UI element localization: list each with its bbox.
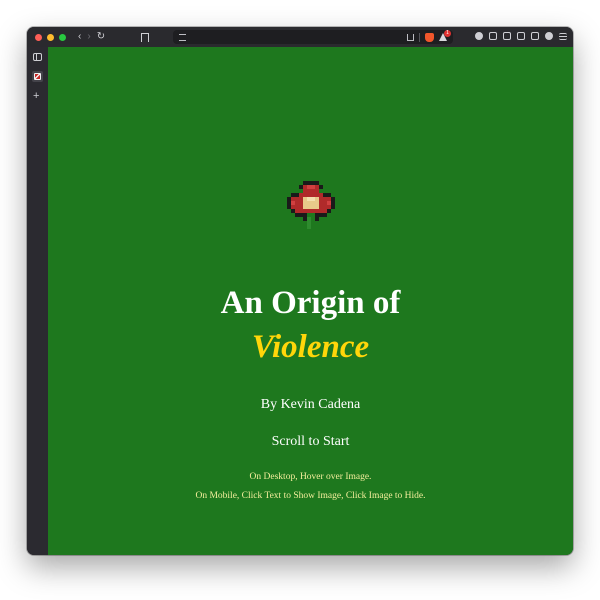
divider — [419, 32, 420, 42]
window-controls — [35, 33, 66, 41]
notification-badge: 1 — [444, 29, 451, 37]
scroll-to-start-prompt[interactable]: Scroll to Start — [48, 434, 573, 450]
close-window-button[interactable] — [35, 33, 42, 41]
bookmark-icon[interactable] — [141, 32, 150, 42]
reload-icon[interactable]: ↻ — [97, 32, 105, 42]
author-byline: By Kevin Cadena — [260, 397, 361, 412]
brave-shields-icon[interactable] — [425, 32, 434, 42]
forward-arrow-icon[interactable]: › — [87, 32, 90, 42]
zoom-window-button[interactable] — [59, 33, 66, 41]
back-arrow-icon[interactable]: ‹ — [78, 32, 81, 42]
leo-ai-icon[interactable] — [475, 32, 483, 40]
mobile-hint: On Mobile, Click Text to Show Image, Cli… — [195, 491, 426, 501]
address-bar[interactable]: 1 — [173, 29, 453, 44]
desktop-hint: On Desktop, Hover over Image. — [249, 472, 372, 482]
new-tab-plus-icon[interactable]: + — [33, 91, 39, 102]
browser-toolbar: ‹ › ↻ 1 — [27, 27, 573, 47]
browser-window: ‹ › ↻ 1 + An Origin of Violence By Kevin… — [27, 27, 573, 555]
vpn-icon[interactable] — [531, 32, 539, 40]
wallet-icon[interactable] — [517, 32, 525, 40]
active-tab[interactable] — [32, 71, 43, 82]
web-page: An Origin of Violence By Kevin Cadena Sc… — [48, 47, 573, 555]
vertical-tab-sidebar: + — [27, 47, 48, 555]
minimize-window-button[interactable] — [47, 33, 54, 41]
brave-rewards-icon[interactable]: 1 — [439, 29, 451, 42]
site-settings-icon[interactable] — [179, 33, 186, 41]
page-title-accent: Violence — [251, 329, 370, 365]
hamburger-menu-icon[interactable] — [559, 32, 567, 40]
address-bar-actions: 1 — [407, 29, 451, 42]
toolbar-extensions — [475, 32, 567, 40]
sidebar-panel-icon[interactable] — [33, 53, 42, 61]
shield-check-icon[interactable] — [545, 32, 553, 40]
pixel-flower-icon[interactable] — [287, 181, 335, 229]
share-icon[interactable] — [407, 33, 414, 41]
site-favicon-icon — [34, 73, 41, 80]
page-title: An Origin of — [220, 285, 401, 321]
extensions-puzzle-icon[interactable] — [489, 32, 497, 40]
sidebar-toggle-icon[interactable] — [503, 32, 511, 40]
navigation-controls: ‹ › ↻ — [78, 32, 105, 42]
